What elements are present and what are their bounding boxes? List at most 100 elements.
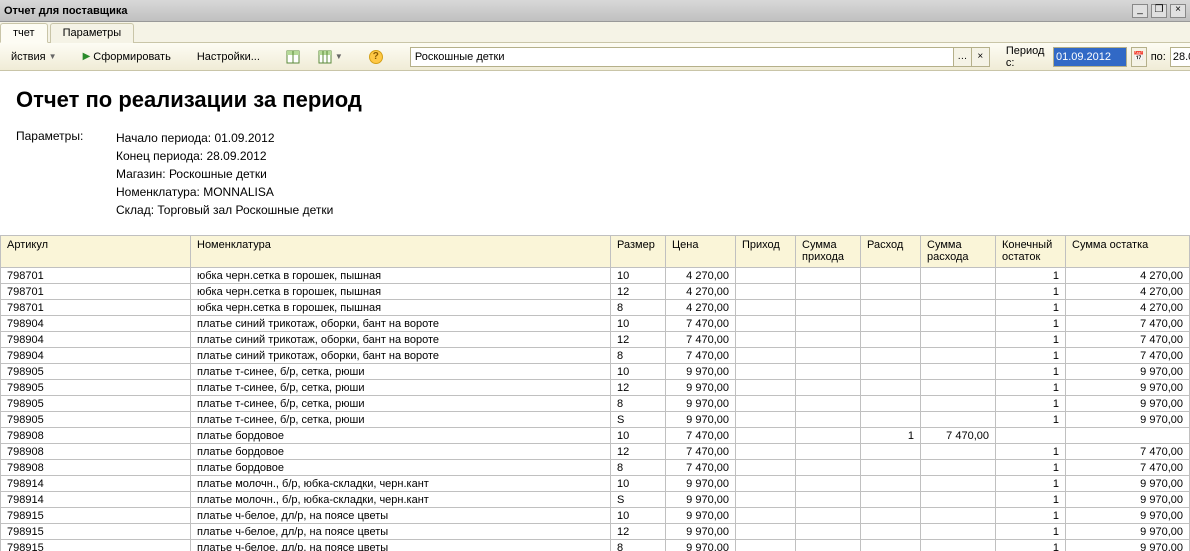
table-row[interactable]: 798701юбка черн.сетка в горошек, пышная8…	[1, 300, 1190, 316]
cell-sum-income	[796, 460, 861, 476]
chevron-down-icon: ▼	[335, 52, 343, 61]
table-row[interactable]: 798915платье ч-белое, дл/р, на поясе цве…	[1, 540, 1190, 551]
actions-button[interactable]: йствия ▼	[4, 48, 64, 66]
table-row[interactable]: 798915платье ч-белое, дл/р, на поясе цве…	[1, 524, 1190, 540]
cell-size: 10	[611, 508, 666, 524]
cell-nomenclature: юбка черн.сетка в горошек, пышная	[191, 268, 611, 284]
cell-article: 798914	[1, 492, 191, 508]
select-button[interactable]: …	[954, 47, 972, 67]
help-icon: ?	[369, 50, 383, 64]
col-sum-income: Сумма прихода	[796, 236, 861, 268]
cell-income	[736, 492, 796, 508]
params-label: Параметры:	[16, 129, 86, 219]
cell-article: 798908	[1, 460, 191, 476]
cell-article: 798701	[1, 284, 191, 300]
cell-price: 9 970,00	[666, 412, 736, 428]
cell-expense	[861, 444, 921, 460]
cell-final-stock: 1	[996, 540, 1066, 551]
table-row[interactable]: 798915платье ч-белое, дл/р, на поясе цве…	[1, 508, 1190, 524]
cell-sum-income	[796, 428, 861, 444]
cell-final-stock: 1	[996, 396, 1066, 412]
table-row[interactable]: 798904платье синий трикотаж, оборки, бан…	[1, 332, 1190, 348]
tab-parameters[interactable]: Параметры	[50, 23, 135, 43]
params-line: Конец периода: 28.09.2012	[116, 147, 333, 165]
cell-nomenclature: платье бордовое	[191, 428, 611, 444]
cell-expense	[861, 332, 921, 348]
cell-nomenclature: платье т-синее, б/р, сетка, рюши	[191, 380, 611, 396]
cell-size: S	[611, 412, 666, 428]
table-row[interactable]: 798908платье бордовое87 470,0017 470,00	[1, 460, 1190, 476]
window-title: Отчет для поставщика	[4, 5, 127, 17]
table-row[interactable]: 798701юбка черн.сетка в горошек, пышная1…	[1, 268, 1190, 284]
cell-income	[736, 364, 796, 380]
cell-nomenclature: платье бордовое	[191, 444, 611, 460]
cell-nomenclature: платье ч-белое, дл/р, на поясе цветы	[191, 508, 611, 524]
table-row[interactable]: 798914платье молочн., б/р, юбка-складки,…	[1, 492, 1190, 508]
cell-sum-income	[796, 508, 861, 524]
calendar-from-button[interactable]: 📅	[1131, 47, 1147, 67]
cell-sum-expense	[921, 380, 996, 396]
table-row[interactable]: 798908платье бордовое127 470,0017 470,00	[1, 444, 1190, 460]
table-icon	[286, 50, 300, 64]
params-line: Склад: Торговый зал Роскошные детки	[116, 201, 333, 219]
cell-size: 10	[611, 364, 666, 380]
cell-nomenclature: платье молочн., б/р, юбка-складки, черн.…	[191, 476, 611, 492]
tab-report[interactable]: тчет	[0, 23, 48, 43]
restore-button[interactable]: ❐	[1151, 4, 1167, 18]
cell-sum-income	[796, 524, 861, 540]
table-row[interactable]: 798904платье синий трикотаж, оборки, бан…	[1, 348, 1190, 364]
col-sum-expense: Сумма расхода	[921, 236, 996, 268]
struct-button-1[interactable]	[279, 47, 307, 67]
cell-size: S	[611, 492, 666, 508]
col-nomenclature: Номенклатура	[191, 236, 611, 268]
clear-button[interactable]: ×	[972, 47, 990, 67]
cell-sum-stock: 9 970,00	[1066, 380, 1190, 396]
cell-article: 798904	[1, 316, 191, 332]
period-to-input[interactable]	[1170, 47, 1190, 67]
table-row[interactable]: 798908платье бордовое107 470,0017 470,00	[1, 428, 1190, 444]
settings-button[interactable]: Настройки...	[190, 48, 267, 66]
cell-final-stock: 1	[996, 300, 1066, 316]
table-row[interactable]: 798914платье молочн., б/р, юбка-складки,…	[1, 476, 1190, 492]
minimize-button[interactable]: _	[1132, 4, 1148, 18]
table-row[interactable]: 798905платье т-синее, б/р, сетка, рюши89…	[1, 396, 1190, 412]
cell-expense	[861, 460, 921, 476]
cell-sum-stock: 4 270,00	[1066, 300, 1190, 316]
table-row[interactable]: 798905платье т-синее, б/р, сетка, рюши12…	[1, 380, 1190, 396]
table-row[interactable]: 798701юбка черн.сетка в горошек, пышная1…	[1, 284, 1190, 300]
period-from-input[interactable]	[1053, 47, 1127, 67]
cell-size: 8	[611, 540, 666, 551]
cell-price: 9 970,00	[666, 508, 736, 524]
table-row[interactable]: 798904платье синий трикотаж, оборки, бан…	[1, 316, 1190, 332]
cell-article: 798905	[1, 412, 191, 428]
cell-sum-stock: 7 470,00	[1066, 444, 1190, 460]
cell-nomenclature: платье ч-белое, дл/р, на поясе цветы	[191, 540, 611, 551]
report-title: Отчет по реализации за период	[0, 79, 1190, 125]
cell-expense: 1	[861, 428, 921, 444]
cell-article: 798905	[1, 396, 191, 412]
cell-nomenclature: платье т-синее, б/р, сетка, рюши	[191, 364, 611, 380]
form-button[interactable]: ▶ Сформировать	[76, 48, 178, 66]
params-line: Магазин: Роскошные детки	[116, 165, 333, 183]
struct-button-2[interactable]: ▼	[311, 47, 350, 67]
cell-final-stock: 1	[996, 524, 1066, 540]
cell-final-stock: 1	[996, 364, 1066, 380]
cell-sum-stock: 9 970,00	[1066, 540, 1190, 551]
cell-expense	[861, 476, 921, 492]
cell-expense	[861, 364, 921, 380]
cell-income	[736, 508, 796, 524]
cell-expense	[861, 524, 921, 540]
search-input[interactable]	[410, 47, 954, 67]
help-button[interactable]: ?	[362, 47, 390, 67]
cell-price: 9 970,00	[666, 380, 736, 396]
cell-final-stock	[996, 428, 1066, 444]
cell-expense	[861, 508, 921, 524]
close-button[interactable]: ×	[1170, 4, 1186, 18]
table-row[interactable]: 798905платье т-синее, б/р, сетка, рюши10…	[1, 364, 1190, 380]
cell-sum-stock: 4 270,00	[1066, 268, 1190, 284]
calendar-icon: 📅	[1133, 51, 1144, 61]
table-row[interactable]: 798905платье т-синее, б/р, сетка, рюшиS9…	[1, 412, 1190, 428]
cell-sum-expense	[921, 268, 996, 284]
cell-sum-stock: 9 970,00	[1066, 396, 1190, 412]
cell-sum-stock: 7 470,00	[1066, 460, 1190, 476]
